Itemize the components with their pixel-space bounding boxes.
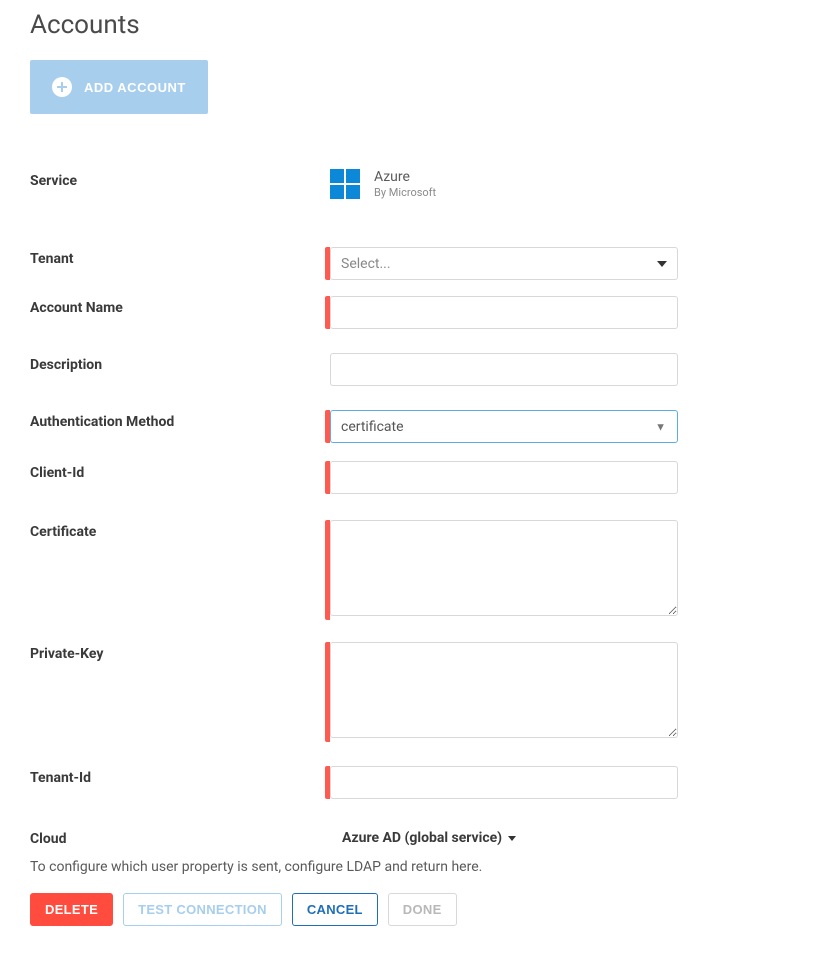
field-client-id: Client-Id <box>30 461 797 494</box>
account-name-label: Account Name <box>30 296 330 316</box>
cloud-select[interactable]: Azure AD (global service) <box>342 830 516 846</box>
private-key-label: Private-Key <box>30 642 330 662</box>
service-label: Service <box>30 169 330 189</box>
field-auth-method: Authentication Method certificate ▼ <box>30 410 797 443</box>
account-name-input[interactable] <box>330 296 678 329</box>
add-account-label: ADD ACCOUNT <box>84 80 186 95</box>
description-input[interactable] <box>330 353 678 386</box>
field-tenant-id: Tenant-Id <box>30 766 797 799</box>
chevron-down-icon <box>657 261 667 267</box>
chevron-down-icon <box>508 836 516 841</box>
tenant-placeholder: Select... <box>341 256 391 272</box>
client-id-input[interactable] <box>330 461 678 494</box>
auth-method-label: Authentication Method <box>30 410 330 430</box>
field-description: Description <box>30 353 797 386</box>
private-key-textarea[interactable] <box>330 642 678 738</box>
tenant-id-input[interactable] <box>330 766 678 799</box>
service-vendor: By Microsoft <box>374 186 436 199</box>
required-marker <box>325 247 330 280</box>
certificate-textarea[interactable] <box>330 520 678 616</box>
azure-icon <box>330 169 360 199</box>
page-title: Accounts <box>30 10 797 40</box>
cloud-value-text: Azure AD (global service) <box>342 830 502 846</box>
field-private-key: Private-Key <box>30 642 797 742</box>
required-marker <box>325 520 330 620</box>
test-connection-button[interactable]: TEST CONNECTION <box>123 893 282 926</box>
ldap-info-text: To configure which user property is sent… <box>30 859 797 875</box>
tenant-label: Tenant <box>30 247 330 267</box>
cancel-button[interactable]: CANCEL <box>292 893 378 926</box>
required-marker <box>325 642 330 742</box>
action-buttons: DELETE TEST CONNECTION CANCEL DONE <box>30 893 797 926</box>
field-account-name: Account Name <box>30 296 797 329</box>
client-id-label: Client-Id <box>30 461 330 481</box>
tenant-id-label: Tenant-Id <box>30 766 330 786</box>
required-marker <box>325 766 330 799</box>
field-cloud: Cloud Azure AD (global service) <box>30 827 797 847</box>
description-label: Description <box>30 353 330 373</box>
field-service: Service Azure By Microsoft <box>30 169 797 199</box>
field-certificate: Certificate <box>30 520 797 620</box>
done-button[interactable]: DONE <box>388 893 457 926</box>
delete-button[interactable]: DELETE <box>30 893 113 926</box>
service-name: Azure <box>374 169 436 186</box>
plus-circle-icon <box>52 77 72 97</box>
tenant-select[interactable]: Select... <box>330 247 678 280</box>
certificate-label: Certificate <box>30 520 330 540</box>
field-tenant: Tenant Select... <box>30 247 797 280</box>
required-marker <box>325 461 330 494</box>
required-marker <box>325 296 330 329</box>
auth-method-select[interactable]: certificate <box>330 410 678 443</box>
add-account-button[interactable]: ADD ACCOUNT <box>30 60 208 114</box>
cloud-label: Cloud <box>30 827 330 847</box>
